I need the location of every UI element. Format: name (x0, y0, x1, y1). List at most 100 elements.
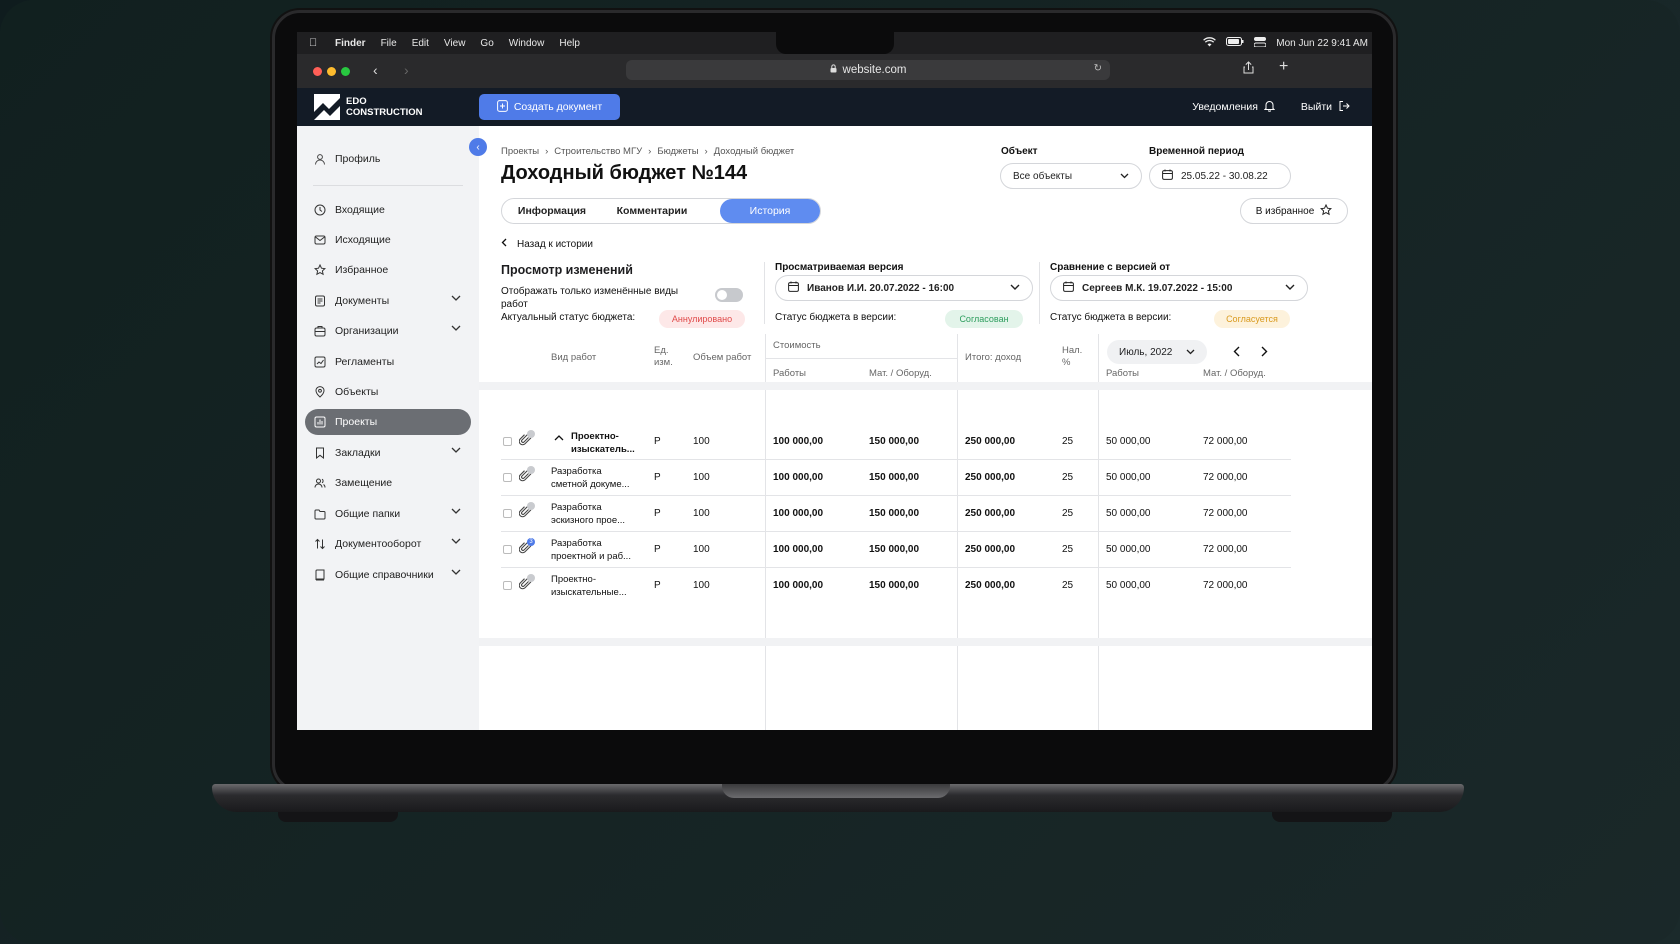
reload-icon[interactable]: ↻ (1094, 63, 1102, 74)
menu-help[interactable]: Help (559, 38, 580, 49)
notifications-button[interactable]: Уведомления (1192, 100, 1276, 115)
swap-icon (313, 537, 327, 551)
row-checkbox[interactable] (503, 473, 512, 482)
period-filter-label: Временной период (1149, 146, 1245, 157)
row-checkbox[interactable] (503, 581, 512, 590)
back-to-history-link[interactable]: Назад к истории (501, 238, 593, 250)
month-works-cell: 50 000,00 (1106, 508, 1151, 519)
header-bottom-band (479, 382, 1372, 390)
compare-version-select[interactable]: Сергеев М.К. 19.07.2022 - 15:00 (1050, 275, 1308, 301)
row-checkbox[interactable] (503, 437, 512, 446)
chevron-up-icon[interactable] (554, 433, 564, 444)
menu-view[interactable]: View (444, 38, 466, 49)
collapse-sidebar-button[interactable]: ‹ (469, 138, 487, 156)
apple-icon[interactable]:  (309, 37, 321, 49)
col-header-volume[interactable]: Объем работ (693, 352, 751, 363)
divider (764, 262, 765, 324)
forward-arrow-icon[interactable]: › (404, 62, 409, 78)
address-bar[interactable]: website.com ↻ (626, 60, 1110, 80)
chevron-down-icon[interactable] (451, 537, 461, 547)
compare-version-label: Сравнение с версией от (1050, 262, 1171, 273)
sidebar-item[interactable]: Организации (305, 318, 471, 344)
add-to-favorites-button[interactable]: В избранное (1240, 198, 1348, 224)
col-header-unit[interactable]: Ед. изм. (654, 345, 680, 369)
volume-cell: 100 (693, 580, 710, 591)
changed-only-toggle[interactable] (715, 288, 743, 302)
month-select[interactable]: Июль, 2022 (1107, 340, 1207, 364)
sidebar-item[interactable]: Документы (305, 288, 471, 314)
chevron-down-icon[interactable] (451, 324, 461, 334)
clock-text[interactable]: Mon Jun 22 9:41 AM (1276, 38, 1368, 49)
prev-month-icon[interactable] (1233, 344, 1240, 362)
sidebar-item[interactable]: Регламенты (305, 349, 471, 375)
back-arrow-icon[interactable]: ‹ (373, 62, 378, 78)
maximize-window-button[interactable] (341, 67, 350, 76)
table-row[interactable]: Проектно- изыскатель... Р 100 100 000,00 150… (479, 424, 1372, 460)
col-header-materials[interactable]: Мат. / Оборуд. (869, 368, 932, 379)
col-header-tax[interactable]: Нал. % (1062, 345, 1086, 369)
table-row[interactable]: Разработка эскизного прое... Р 100 100 000,… (479, 496, 1372, 532)
laptop-groove (722, 784, 950, 798)
object-select[interactable]: Все объекты (1000, 163, 1142, 189)
col-header-month-materials[interactable]: Мат. / Оборуд. (1203, 368, 1266, 379)
table-row[interactable]: Разработка сметной докуме... Р 100 100 000,… (479, 460, 1372, 496)
breadcrumb-item[interactable]: Доходный бюджет (714, 146, 795, 157)
sidebar-item-label: Организации (335, 325, 399, 337)
col-header-total[interactable]: Итого: доход (965, 352, 1021, 363)
period-picker[interactable]: 25.05.22 - 30.08.22 (1149, 163, 1291, 189)
user-icon (313, 152, 327, 166)
document-icon (313, 294, 327, 308)
tax-cell: 25 (1062, 436, 1074, 447)
menu-file[interactable]: File (381, 38, 397, 49)
next-month-icon[interactable] (1261, 344, 1268, 362)
chevron-down-icon[interactable] (451, 568, 461, 578)
tab-history[interactable]: История (720, 199, 820, 223)
logo-line-1: EDO (346, 96, 367, 107)
sidebar-item[interactable]: Проекты (305, 409, 471, 435)
table-row[interactable]: Проектно- изыскательные... Р 100 100 000,00… (479, 568, 1372, 604)
logout-button[interactable]: Выйти (1301, 100, 1350, 115)
viewed-version-value: Иванов И.И. 20.07.2022 - 16:00 (807, 282, 955, 294)
sidebar-item[interactable]: Входящие (305, 197, 471, 223)
minimize-window-button[interactable] (327, 67, 336, 76)
share-icon[interactable] (1243, 61, 1254, 79)
tab-info[interactable]: Информация (502, 199, 602, 223)
control-center-icon[interactable] (1253, 36, 1267, 50)
sidebar-item[interactable]: Избранное (305, 257, 471, 283)
col-header-month-works[interactable]: Работы (1106, 368, 1139, 379)
screen:  Finder File Edit View Go Window Help M… (297, 32, 1372, 730)
col-header-work-type[interactable]: Вид работ (551, 352, 596, 363)
sidebar-item-profile[interactable]: Профиль (305, 146, 471, 172)
chevron-down-icon[interactable] (451, 446, 461, 456)
sidebar-item[interactable]: Закладки (305, 440, 471, 466)
close-window-button[interactable] (313, 67, 322, 76)
menu-go[interactable]: Go (480, 38, 493, 49)
row-checkbox[interactable] (503, 545, 512, 554)
viewed-version-select[interactable]: Иванов И.И. 20.07.2022 - 16:00 (775, 275, 1033, 301)
battery-icon[interactable] (1226, 37, 1244, 49)
tab-comments[interactable]: Комментарии (602, 199, 702, 223)
menu-edit[interactable]: Edit (412, 38, 429, 49)
create-document-button[interactable]: Создать документ (479, 94, 620, 120)
sidebar-item[interactable]: Объекты (305, 379, 471, 405)
sidebar-item[interactable]: Замещение (305, 470, 471, 496)
sidebar-item[interactable]: Документооборот (305, 531, 471, 557)
chevron-down-icon[interactable] (451, 507, 461, 517)
menu-finder[interactable]: Finder (335, 38, 366, 49)
sidebar-item[interactable]: Общие папки (305, 501, 471, 527)
chevron-right-icon: › (545, 146, 549, 157)
chevron-down-icon[interactable] (451, 294, 461, 304)
col-header-works[interactable]: Работы (773, 368, 806, 379)
table-row[interactable]: 3 Разработка проектной и раб... Р 100 100 00… (479, 532, 1372, 568)
breadcrumb-item[interactable]: Проекты (501, 146, 539, 157)
document-plus-icon (496, 99, 508, 115)
logo[interactable]: EDO CONSTRUCTION (314, 94, 423, 120)
sidebar-item[interactable]: Общие справочники (305, 562, 471, 588)
breadcrumb-item[interactable]: Строительство МГУ (554, 146, 642, 157)
sidebar-item[interactable]: Исходящие (305, 227, 471, 253)
wifi-icon[interactable] (1203, 36, 1217, 50)
row-checkbox[interactable] (503, 509, 512, 518)
menu-window[interactable]: Window (509, 38, 545, 49)
new-tab-icon[interactable]: + (1279, 58, 1288, 76)
breadcrumb-item[interactable]: Бюджеты (657, 146, 698, 157)
